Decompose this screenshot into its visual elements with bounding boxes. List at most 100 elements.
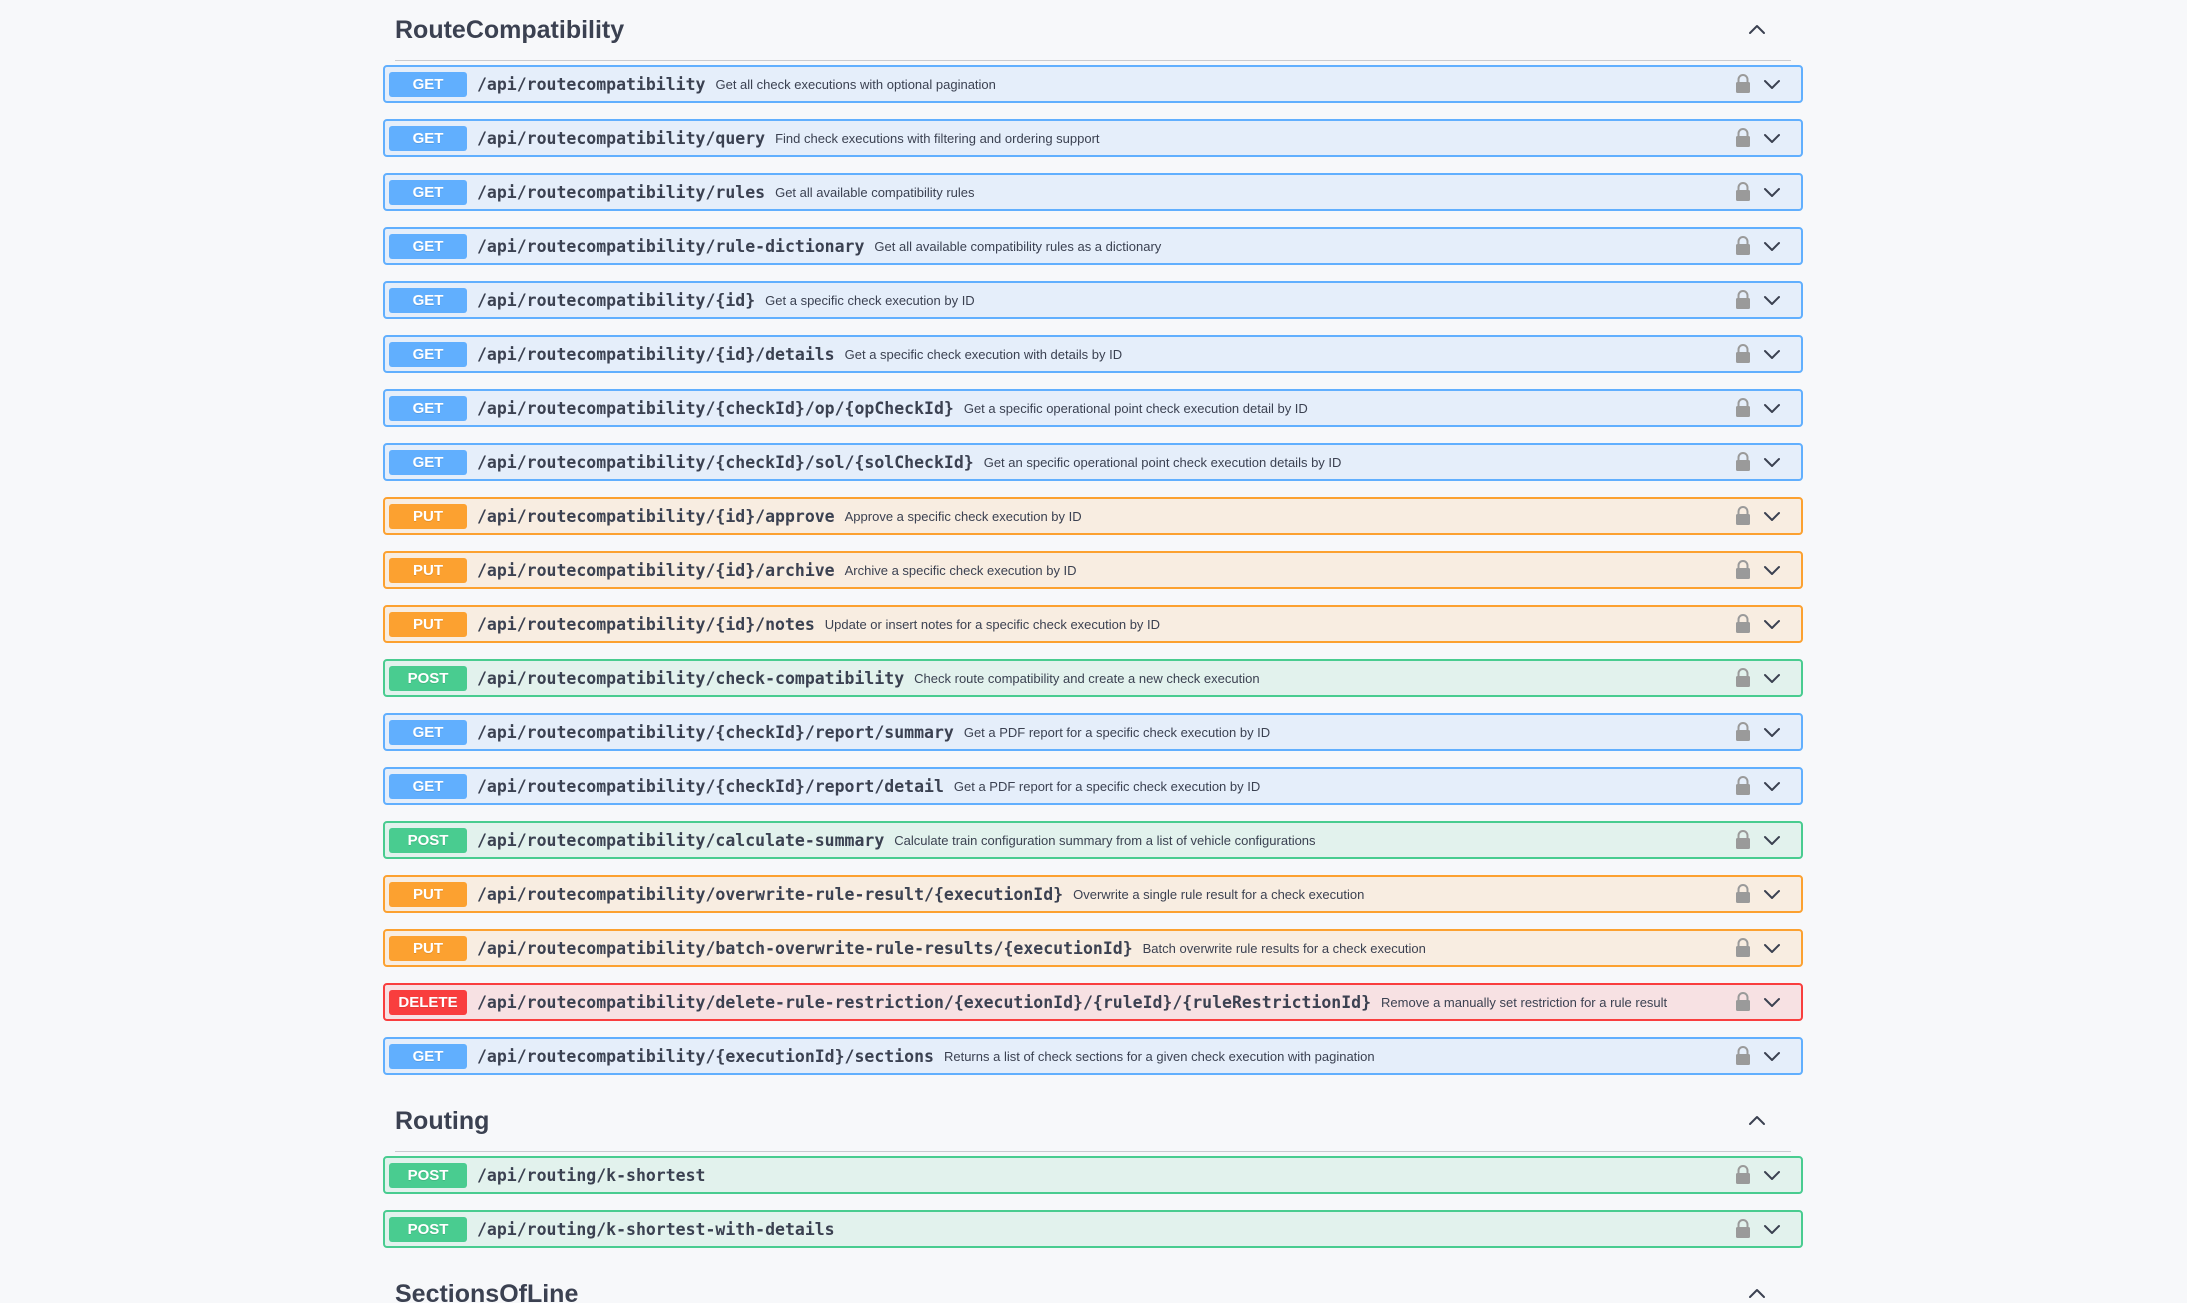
operation-controls [1733,289,1783,311]
operation-row[interactable]: GET /api/routecompatibility/{id} Get a s… [383,281,1803,319]
operation-row[interactable]: GET /api/routecompatibility/query Find c… [383,119,1803,157]
operation-row[interactable]: GET /api/routecompatibility/{executionId… [383,1037,1803,1075]
operation-row[interactable]: DELETE /api/routecompatibility/delete-ru… [383,983,1803,1021]
operation-summary: Overwrite a single rule result for a che… [1073,886,1365,902]
chevron-down-icon[interactable] [1761,127,1783,149]
chevron-down-icon[interactable] [1761,559,1783,581]
lock-icon[interactable] [1733,829,1753,851]
chevron-down-icon[interactable] [1761,991,1783,1013]
chevron-up-icon[interactable] [1745,1282,1769,1303]
lock-icon[interactable] [1733,991,1753,1013]
method-badge: POST [389,665,467,691]
chevron-down-icon[interactable] [1761,397,1783,419]
operation-row[interactable]: POST /api/routing/k-shortest-with-detail… [383,1210,1803,1248]
operation-summary: Get an specific operational point check … [983,454,1342,470]
lock-icon[interactable] [1733,1045,1753,1067]
tag-header[interactable]: SectionsOfLine [395,1264,1791,1303]
operation-controls [1733,181,1783,203]
chevron-down-icon[interactable] [1761,721,1783,743]
lock-icon[interactable] [1733,775,1753,797]
operation-row[interactable]: PUT /api/routecompatibility/{id}/notes U… [383,605,1803,643]
operation-row[interactable]: PUT /api/routecompatibility/batch-overwr… [383,929,1803,967]
operation-controls [1733,721,1783,743]
operation-row[interactable]: GET /api/routecompatibility/{checkId}/re… [383,767,1803,805]
lock-icon[interactable] [1733,667,1753,689]
operation-controls [1733,559,1783,581]
chevron-down-icon[interactable] [1761,505,1783,527]
chevron-down-icon[interactable] [1761,883,1783,905]
lock-icon[interactable] [1733,883,1753,905]
operation-path: /api/routecompatibility/check-compatibil… [477,668,905,688]
tag-header[interactable]: Routing [395,1091,1791,1152]
method-badge: PUT [389,881,467,907]
method-badge: POST [389,1162,467,1188]
operation-row[interactable]: GET /api/routecompatibility/{checkId}/so… [383,443,1803,481]
operation-controls [1733,1218,1783,1240]
operation-row[interactable]: GET /api/routecompatibility Get all chec… [383,65,1803,103]
method-badge: POST [389,827,467,853]
lock-icon[interactable] [1733,937,1753,959]
chevron-down-icon[interactable] [1761,937,1783,959]
operation-controls [1733,1045,1783,1067]
tag-header[interactable]: RouteCompatibility [395,0,1791,61]
operation-controls [1733,883,1783,905]
lock-icon[interactable] [1733,397,1753,419]
lock-icon[interactable] [1733,1164,1753,1186]
tag-section-routing: Routing POST /api/routing/k-shortest POS… [383,1091,1803,1248]
lock-icon[interactable] [1733,1218,1753,1240]
lock-icon[interactable] [1733,559,1753,581]
operation-summary: Get a specific check execution with deta… [844,346,1123,362]
operation-path: /api/routecompatibility/batch-overwrite-… [477,938,1133,958]
operation-summary: Calculate train configuration summary fr… [894,832,1316,848]
lock-icon[interactable] [1733,613,1753,635]
chevron-up-icon[interactable] [1745,18,1769,42]
lock-icon[interactable] [1733,127,1753,149]
lock-icon[interactable] [1733,505,1753,527]
operation-row[interactable]: GET /api/routecompatibility/rule-diction… [383,227,1803,265]
chevron-down-icon[interactable] [1761,1218,1783,1240]
lock-icon[interactable] [1733,235,1753,257]
tag-section-sectionsofline: SectionsOfLine [383,1264,1803,1303]
operation-row[interactable]: PUT /api/routecompatibility/{id}/approve… [383,497,1803,535]
lock-icon[interactable] [1733,451,1753,473]
method-badge: GET [389,449,467,475]
operation-summary: Get all available compatibility rules as… [874,238,1162,254]
chevron-down-icon[interactable] [1761,235,1783,257]
operation-row[interactable]: GET /api/routecompatibility/{checkId}/op… [383,389,1803,427]
operation-path: /api/routecompatibility/{id}/details [477,344,835,364]
operation-path: /api/routecompatibility [477,74,706,94]
lock-icon[interactable] [1733,721,1753,743]
chevron-down-icon[interactable] [1761,667,1783,689]
chevron-down-icon[interactable] [1761,613,1783,635]
chevron-down-icon[interactable] [1761,181,1783,203]
lock-icon[interactable] [1733,289,1753,311]
method-badge: DELETE [389,989,467,1015]
chevron-down-icon[interactable] [1761,1045,1783,1067]
operation-path: /api/routecompatibility/{id}/notes [477,614,815,634]
chevron-down-icon[interactable] [1761,289,1783,311]
operation-row[interactable]: GET /api/routecompatibility/{checkId}/re… [383,713,1803,751]
operation-summary: Update or insert notes for a specific ch… [824,616,1161,632]
chevron-down-icon[interactable] [1761,343,1783,365]
operation-controls [1733,937,1783,959]
chevron-down-icon[interactable] [1761,451,1783,473]
chevron-down-icon[interactable] [1761,829,1783,851]
lock-icon[interactable] [1733,73,1753,95]
operation-row[interactable]: PUT /api/routecompatibility/{id}/archive… [383,551,1803,589]
chevron-up-icon[interactable] [1745,1109,1769,1133]
chevron-down-icon[interactable] [1761,775,1783,797]
chevron-down-icon[interactable] [1761,1164,1783,1186]
operation-controls [1733,451,1783,473]
operation-row[interactable]: GET /api/routecompatibility/{id}/details… [383,335,1803,373]
operation-row[interactable]: POST /api/routing/k-shortest [383,1156,1803,1194]
operation-row[interactable]: POST /api/routecompatibility/check-compa… [383,659,1803,697]
chevron-down-icon[interactable] [1761,73,1783,95]
operation-controls [1733,775,1783,797]
operation-path: /api/routing/k-shortest-with-details [477,1219,835,1239]
operation-row[interactable]: POST /api/routecompatibility/calculate-s… [383,821,1803,859]
lock-icon[interactable] [1733,343,1753,365]
operation-summary: Get a specific check execution by ID [765,292,975,308]
operation-row[interactable]: GET /api/routecompatibility/rules Get al… [383,173,1803,211]
operation-row[interactable]: PUT /api/routecompatibility/overwrite-ru… [383,875,1803,913]
lock-icon[interactable] [1733,181,1753,203]
